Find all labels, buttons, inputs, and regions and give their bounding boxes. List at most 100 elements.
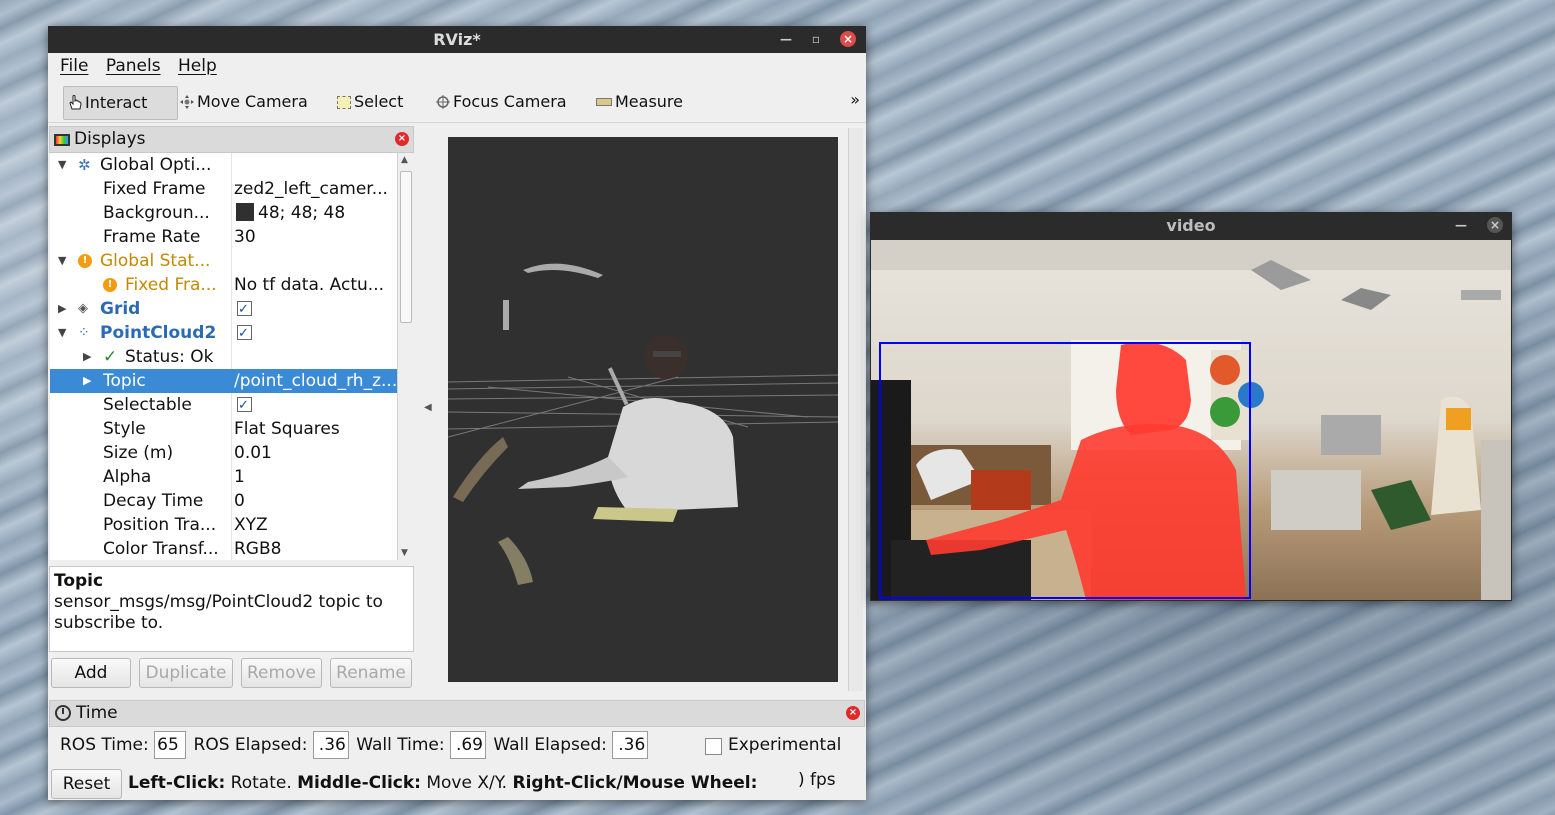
expand-right-icon[interactable]: ▶ bbox=[83, 369, 91, 393]
select-icon bbox=[337, 96, 351, 109]
scroll-down-icon[interactable]: ▼ bbox=[401, 548, 408, 558]
tree-row-style[interactable]: Style Flat Squares bbox=[50, 417, 397, 441]
menu-panels[interactable]: Panels bbox=[106, 56, 161, 76]
toolbar-more-button[interactable]: » bbox=[850, 90, 860, 109]
video-title: video bbox=[1166, 216, 1216, 235]
time-fields: ROS Time: 65 ROS Elapsed: .36 Wall Time:… bbox=[60, 731, 649, 759]
frame-rate-label: Frame Rate bbox=[103, 227, 201, 247]
expand-down-icon[interactable]: ▼ bbox=[58, 249, 66, 273]
tree-row-color-transformer[interactable]: Color Transf... RGB8 bbox=[50, 537, 397, 560]
time-close-icon[interactable]: × bbox=[846, 706, 860, 720]
fixed-frame-label: Fixed Frame bbox=[103, 179, 206, 199]
pointcloud-render bbox=[448, 263, 838, 585]
close-icon[interactable]: × bbox=[840, 31, 856, 47]
scroll-thumb[interactable] bbox=[400, 171, 412, 323]
expand-right-icon[interactable]: ▶ bbox=[58, 297, 66, 321]
tree-row-selectable[interactable]: Selectable bbox=[50, 393, 397, 417]
tool-focus-camera-label: Focus Camera bbox=[453, 92, 567, 111]
tree-row-size[interactable]: Size (m) 0.01 bbox=[50, 441, 397, 465]
close-icon[interactable]: × bbox=[1487, 217, 1503, 233]
selectable-checkbox[interactable] bbox=[237, 394, 252, 417]
grid-enabled-checkbox[interactable] bbox=[237, 298, 252, 321]
tree-row-position-transformer[interactable]: Position Tra... XYZ bbox=[50, 513, 397, 537]
move-camera-icon bbox=[180, 88, 194, 109]
background-value-cell[interactable]: 48; 48; 48 bbox=[234, 201, 397, 225]
tool-select-label: Select bbox=[354, 92, 404, 111]
measure-icon bbox=[596, 98, 612, 106]
video-frame bbox=[871, 240, 1511, 600]
tool-interact[interactable]: Interact bbox=[63, 86, 178, 120]
tool-measure-label: Measure bbox=[615, 92, 683, 111]
position-transformer-value[interactable]: XYZ bbox=[234, 513, 397, 537]
tool-move-camera[interactable]: Move Camera bbox=[176, 86, 314, 118]
collapse-left-icon[interactable]: ◀ bbox=[424, 402, 432, 413]
duplicate-button[interactable]: Duplicate bbox=[139, 658, 233, 688]
tree-row-decay-time[interactable]: Decay Time 0 bbox=[50, 489, 397, 513]
tool-select[interactable]: Select bbox=[333, 86, 409, 118]
restore-icon[interactable]: ▫ bbox=[808, 31, 824, 47]
style-value[interactable]: Flat Squares bbox=[234, 417, 397, 441]
global-options-label: Global Opti... bbox=[100, 155, 212, 175]
hand-icon bbox=[68, 89, 82, 110]
tree-row-global-status[interactable]: ▼ ! Global Stat... bbox=[50, 249, 397, 273]
background-label: Backgroun... bbox=[103, 203, 210, 223]
rviz-titlebar[interactable]: RViz* — ▫ × bbox=[48, 26, 866, 53]
tree-row-fixed-frame[interactable]: Fixed Frame zed2_left_camer... bbox=[50, 177, 397, 201]
video-titlebar[interactable]: video — × bbox=[870, 212, 1512, 239]
pointcloud2-enabled-checkbox[interactable] bbox=[237, 322, 252, 345]
size-label: Size (m) bbox=[103, 443, 174, 463]
displays-panel-title: Displays × bbox=[49, 126, 414, 153]
right-panel-scrollbar[interactable] bbox=[848, 128, 863, 691]
tree-row-fixed-frame-status[interactable]: ! Fixed Fra... No tf data. Actu... bbox=[50, 273, 397, 297]
topic-label: Topic bbox=[103, 371, 146, 391]
decay-time-value[interactable]: 0 bbox=[234, 489, 397, 513]
pointcloud-icon: ⁘ bbox=[78, 325, 90, 341]
tree-row-grid[interactable]: ▶ ◈ Grid bbox=[50, 297, 397, 321]
tool-measure[interactable]: Measure bbox=[592, 86, 689, 118]
tree-row-topic[interactable]: ▶ Topic /point_cloud_rh_z... bbox=[50, 369, 397, 393]
tree-row-frame-rate[interactable]: Frame Rate 30 bbox=[50, 225, 397, 249]
color-transformer-value[interactable]: RGB8 bbox=[234, 537, 397, 560]
render-3d-view[interactable] bbox=[448, 137, 838, 682]
displays-close-icon[interactable]: × bbox=[395, 132, 409, 146]
displays-scrollbar[interactable]: ▲ ▼ bbox=[397, 153, 413, 560]
scroll-up-icon[interactable]: ▲ bbox=[401, 155, 408, 165]
ros-time-field[interactable]: 65 bbox=[154, 731, 187, 759]
fixed-frame-status-label: Fixed Fra... bbox=[125, 275, 217, 295]
size-value[interactable]: 0.01 bbox=[234, 441, 397, 465]
warning-icon: ! bbox=[103, 278, 117, 292]
warning-icon: ! bbox=[78, 254, 92, 268]
menu-file[interactable]: File bbox=[60, 56, 88, 76]
add-button[interactable]: Add bbox=[51, 658, 131, 688]
menu-help[interactable]: Help bbox=[178, 56, 217, 76]
selectable-cell bbox=[234, 393, 397, 417]
tree-row-global-options[interactable]: ▼ ✲ Global Opti... bbox=[50, 153, 397, 177]
tool-focus-camera[interactable]: Focus Camera bbox=[432, 86, 573, 118]
fixed-frame-value[interactable]: zed2_left_camer... bbox=[234, 177, 397, 201]
remove-button[interactable]: Remove bbox=[241, 658, 322, 688]
rename-button[interactable]: Rename bbox=[330, 658, 412, 688]
minimize-icon[interactable]: — bbox=[1453, 217, 1469, 233]
topic-value[interactable]: /point_cloud_rh_z... bbox=[234, 369, 397, 393]
expand-down-icon[interactable]: ▼ bbox=[58, 321, 66, 345]
background-value: 48; 48; 48 bbox=[258, 203, 346, 223]
frame-rate-value[interactable]: 30 bbox=[234, 225, 397, 249]
ros-elapsed-field[interactable]: .36 bbox=[312, 731, 349, 759]
expand-right-icon[interactable]: ▶ bbox=[83, 345, 91, 369]
clock-icon bbox=[55, 705, 71, 721]
wall-time-field[interactable]: .69 bbox=[449, 731, 486, 759]
selectable-label: Selectable bbox=[103, 395, 192, 415]
time-panel-title: Time × bbox=[49, 700, 865, 727]
tree-row-background[interactable]: Backgroun... 48; 48; 48 bbox=[50, 201, 397, 225]
tree-row-status-ok[interactable]: ▶ ✓ Status: Ok bbox=[50, 345, 397, 369]
experimental-checkbox[interactable] bbox=[705, 738, 722, 755]
tree-row-alpha[interactable]: Alpha 1 bbox=[50, 465, 397, 489]
status-middle-click: Middle-Click: bbox=[297, 773, 421, 793]
tree-row-pointcloud2[interactable]: ▼ ⁘ PointCloud2 bbox=[50, 321, 397, 345]
wall-elapsed-field[interactable]: .36 bbox=[612, 731, 649, 759]
alpha-value[interactable]: 1 bbox=[234, 465, 397, 489]
expand-down-icon[interactable]: ▼ bbox=[58, 153, 66, 177]
reset-button[interactable]: Reset bbox=[51, 769, 122, 799]
property-description: Topic sensor_msgs/msg/PointCloud2 topic … bbox=[49, 566, 414, 652]
minimize-icon[interactable]: — bbox=[778, 31, 794, 47]
